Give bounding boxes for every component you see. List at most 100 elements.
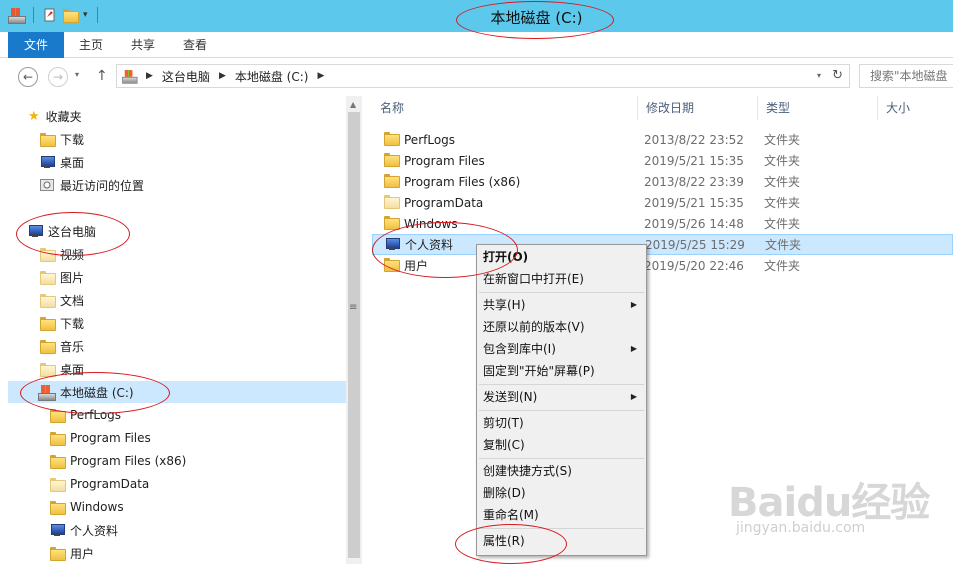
tab-file[interactable]: 文件: [8, 32, 64, 58]
tab-share[interactable]: 共享: [122, 32, 164, 58]
refresh-icon[interactable]: ↻: [832, 68, 843, 83]
file-type: 文件夹: [764, 133, 801, 147]
file-name: Windows: [404, 216, 458, 231]
folder-icon: [384, 132, 400, 146]
scroll-up-icon[interactable]: ▲: [350, 100, 356, 109]
tree-label: 文档: [60, 293, 85, 308]
tree-item-program-files-x86[interactable]: Program Files (x86): [50, 450, 186, 472]
folder-icon: [50, 501, 66, 515]
forward-button[interactable]: →: [48, 67, 68, 87]
folder-icon: [384, 258, 400, 272]
tab-home[interactable]: 主页: [70, 32, 112, 58]
column-size[interactable]: 大小: [878, 96, 953, 120]
tree-item-recent[interactable]: 最近访问的位置: [40, 174, 144, 196]
column-date[interactable]: 修改日期: [638, 96, 758, 120]
file-type: 文件夹: [764, 259, 801, 273]
file-date: 2019/5/20 22:46: [644, 258, 744, 273]
table-row[interactable]: Program Files 2019/5/21 15:35 文件夹: [372, 150, 953, 171]
column-type[interactable]: 类型: [758, 96, 878, 120]
table-row[interactable]: Program Files (x86) 2013/8/22 23:39 文件夹: [372, 171, 953, 192]
menu-separator: [479, 458, 644, 459]
table-row[interactable]: PerfLogs 2013/8/22 23:52 文件夹: [372, 129, 953, 150]
chevron-right-icon[interactable]: ▶: [317, 71, 324, 81]
tree-favorites[interactable]: ★ 收藏夹: [28, 105, 82, 127]
breadcrumb-this-pc[interactable]: 这台电脑: [162, 68, 210, 85]
file-date: 2019/5/21 15:35: [644, 195, 744, 210]
menu-item-properties[interactable]: 属性(R): [483, 530, 641, 552]
table-row[interactable]: ProgramData 2019/5/21 15:35 文件夹: [372, 192, 953, 213]
title-bar: ▾ 本地磁盘 (C:): [0, 0, 953, 32]
star-icon: ★: [28, 108, 40, 124]
breadcrumb-drive-c[interactable]: 本地磁盘 (C:): [235, 68, 309, 85]
tree-item-desktop-pc[interactable]: 桌面: [40, 358, 84, 380]
tree-label: 桌面: [60, 362, 85, 377]
folder-icon: [384, 153, 400, 167]
menu-item-open[interactable]: 打开(O): [483, 246, 641, 268]
menu-item-rename[interactable]: 重命名(M): [483, 504, 641, 526]
table-row[interactable]: 用户 2019/5/20 22:46 文件夹: [372, 255, 953, 276]
submenu-arrow-icon: ▶: [630, 392, 637, 401]
table-row-selected[interactable]: 个人资料 2019/5/25 15:29 文件夹: [372, 234, 953, 255]
menu-item-pin-start[interactable]: 固定到"开始"屏幕(P): [483, 360, 641, 382]
drive-icon: [38, 385, 56, 401]
menu-item-open-new-window[interactable]: 在新窗口中打开(E): [483, 268, 641, 290]
tree-this-pc[interactable]: 这台电脑: [28, 220, 96, 242]
tree-item-pictures[interactable]: 图片: [40, 266, 84, 288]
menu-label: 发送到(N): [483, 390, 538, 404]
file-date: 2019/5/26 14:48: [644, 216, 744, 231]
tree-label: 桌面: [60, 155, 85, 170]
file-date: 2019/5/21 15:35: [644, 153, 744, 168]
tree-item-programdata[interactable]: ProgramData: [50, 473, 149, 495]
menu-item-create-shortcut[interactable]: 创建快捷方式(S): [483, 460, 641, 482]
address-bar[interactable]: ▶ 这台电脑 ▶ 本地磁盘 (C:) ▶ ▾ ↻: [116, 64, 850, 88]
music-folder-icon: [40, 340, 56, 354]
tree-label: 本地磁盘 (C:): [60, 385, 134, 400]
tree-item-downloads[interactable]: 下载: [40, 128, 84, 150]
menu-item-send-to[interactable]: 发送到(N) ▶: [483, 386, 641, 408]
documents-folder-icon: [40, 294, 56, 308]
tree-label: 下载: [60, 316, 85, 331]
tree-item-music[interactable]: 音乐: [40, 335, 84, 357]
downloads-folder-icon: [40, 317, 56, 331]
menu-item-cut[interactable]: 剪切(T): [483, 412, 641, 434]
file-type: 文件夹: [764, 196, 801, 210]
tree-item-users[interactable]: 用户: [50, 542, 94, 564]
tree-item-desktop[interactable]: 桌面: [40, 151, 84, 173]
folder-icon: [50, 455, 66, 469]
menu-separator: [479, 384, 644, 385]
tree-item-downloads-pc[interactable]: 下载: [40, 312, 84, 334]
menu-item-delete[interactable]: 删除(D): [483, 482, 641, 504]
chevron-right-icon[interactable]: ▶: [219, 71, 226, 81]
back-button[interactable]: ←: [18, 67, 38, 87]
up-arrow-icon[interactable]: ↑: [96, 68, 108, 84]
address-dropdown-icon[interactable]: ▾: [817, 71, 821, 80]
scrollbar-thumb[interactable]: [348, 112, 360, 558]
menu-item-copy[interactable]: 复制(C): [483, 434, 641, 456]
tree-label: 视频: [60, 247, 85, 262]
table-row[interactable]: Windows 2019/5/26 14:48 文件夹: [372, 213, 953, 234]
tree-drive-c[interactable]: 本地磁盘 (C:): [8, 381, 346, 403]
recent-locations-dropdown-icon[interactable]: ▾: [75, 70, 79, 79]
folder-icon: [384, 216, 400, 230]
folder-icon: [50, 409, 66, 423]
column-name[interactable]: 名称: [372, 96, 638, 120]
navigation-pane-scrollbar[interactable]: ▲ ≡: [346, 96, 362, 564]
search-input[interactable]: 搜索"本地磁盘: [859, 64, 953, 88]
tree-item-documents[interactable]: 文档: [40, 289, 84, 311]
menu-label: 共享(H): [483, 298, 526, 312]
file-name: 个人资料: [405, 238, 454, 252]
tab-view[interactable]: 查看: [174, 32, 216, 58]
menu-item-share[interactable]: 共享(H) ▶: [483, 294, 641, 316]
computer-icon: [28, 225, 43, 237]
tree-label: 图片: [60, 270, 85, 285]
tree-item-personal[interactable]: 个人资料: [50, 519, 118, 541]
tree-item-videos[interactable]: 视频: [40, 243, 84, 265]
tree-item-perflogs[interactable]: PerfLogs: [50, 404, 121, 426]
tree-item-windows[interactable]: Windows: [50, 496, 124, 518]
menu-item-restore-versions[interactable]: 还原以前的版本(V): [483, 316, 641, 338]
menu-item-include-library[interactable]: 包含到库中(I) ▶: [483, 338, 641, 360]
tree-item-program-files[interactable]: Program Files: [50, 427, 151, 449]
chevron-right-icon[interactable]: ▶: [146, 71, 153, 81]
ribbon-tabs: 文件 主页 共享 查看: [0, 32, 953, 58]
recent-places-icon: [40, 179, 54, 191]
